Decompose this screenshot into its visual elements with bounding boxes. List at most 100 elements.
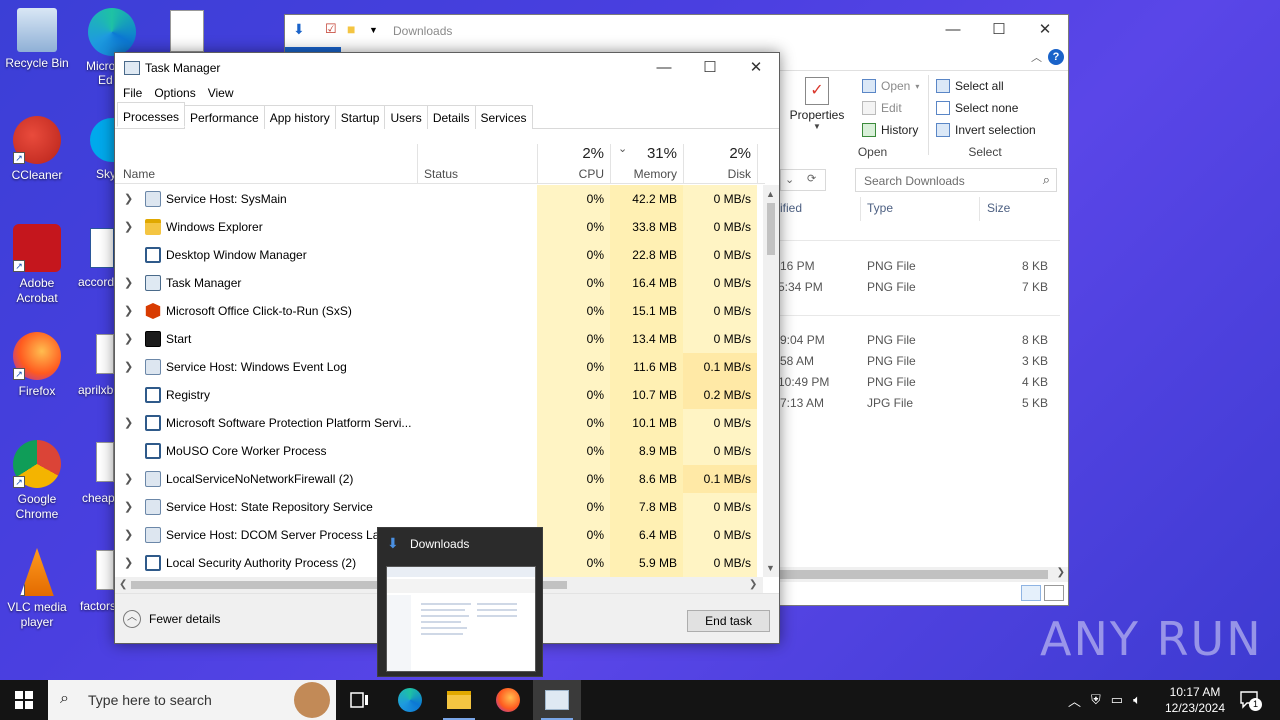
word-desktop-icon[interactable] bbox=[90, 228, 114, 268]
tab-details[interactable]: Details bbox=[426, 105, 476, 129]
process-row[interactable]: MoUSO Core Worker Process 0% 8.9 MB 0 MB/s bbox=[115, 437, 763, 465]
expand-chevron-icon[interactable]: ❯ bbox=[124, 192, 133, 205]
expand-chevron-icon[interactable]: ❯ bbox=[124, 360, 133, 373]
process-row[interactable]: Desktop Window Manager 0% 22.8 MB 0 MB/s bbox=[115, 241, 763, 269]
process-row[interactable]: ❯ LocalServiceNoNetworkFirewall (2) 0% 8.6 … bbox=[115, 465, 763, 493]
properties-quick-icon[interactable]: ☑ bbox=[325, 21, 337, 37]
image-file-desktop-icon[interactable] bbox=[96, 334, 114, 374]
taskbar-search-box[interactable]: ⌕ Type here to search bbox=[48, 680, 336, 720]
expand-chevron-icon[interactable]: ❯ bbox=[124, 556, 133, 569]
column-header-status[interactable]: Status bbox=[424, 167, 458, 181]
open-button[interactable]: Open ▾ bbox=[862, 79, 919, 93]
search-downloads-input[interactable]: Search Downloads ⌕ bbox=[855, 168, 1057, 192]
address-bar[interactable]: ⌄ ⟳ bbox=[780, 169, 826, 191]
notification-center-button[interactable]: 1 bbox=[1238, 688, 1262, 711]
process-row[interactable]: ❯ Task Manager 0% 16.4 MB 0 MB/s bbox=[115, 269, 763, 297]
column-header-disk[interactable]: Disk bbox=[728, 167, 751, 181]
tab-users[interactable]: Users bbox=[384, 105, 428, 129]
column-header-name[interactable]: Name bbox=[123, 167, 155, 181]
expand-chevron-icon[interactable]: ❯ bbox=[124, 276, 133, 289]
select-none-button[interactable]: Select none bbox=[936, 101, 1018, 115]
desktop-icon-firefox[interactable]: ↗ Firefox bbox=[0, 332, 75, 399]
file-row[interactable]: 10:49 PM PNG File 4 KB bbox=[778, 372, 1060, 393]
desktop-icon-recycle-bin[interactable]: Recycle Bin bbox=[0, 8, 75, 71]
taskbar-firefox[interactable] bbox=[484, 680, 532, 720]
desktop-icon-ccleaner[interactable]: ↗ CCleaner bbox=[0, 116, 75, 183]
properties-button[interactable]: ✓ Properties ▼ bbox=[788, 77, 846, 131]
large-icons-view-button[interactable] bbox=[1044, 585, 1064, 601]
close-button[interactable]: ✕ bbox=[1022, 15, 1068, 45]
desktop-icon-adobe-acrobat[interactable]: ↗ Adobe Acrobat bbox=[0, 224, 75, 306]
expand-chevron-icon[interactable]: ❯ bbox=[124, 220, 133, 233]
file-row[interactable]: 16 PM PNG File 8 KB bbox=[780, 256, 1060, 277]
process-row[interactable]: ❯ Microsoft Office Click-to-Run (SxS) 0% 15… bbox=[115, 297, 763, 325]
menu-options[interactable]: Options bbox=[148, 83, 201, 103]
edge-desktop-icon[interactable] bbox=[88, 8, 136, 56]
file-row[interactable]: 7:13 AM JPG File 5 KB bbox=[780, 393, 1060, 414]
column-header-modified[interactable]: ified bbox=[780, 201, 802, 215]
task-view-button[interactable] bbox=[336, 680, 384, 720]
process-row[interactable]: ❯ Start 0% 13.4 MB 0 MB/s bbox=[115, 325, 763, 353]
chevron-down-icon[interactable]: ⌄ bbox=[785, 173, 794, 186]
tab-services[interactable]: Services bbox=[474, 105, 533, 129]
vertical-scrollbar[interactable]: ▲ ▼ bbox=[763, 185, 779, 577]
image-file-desktop-icon[interactable] bbox=[96, 442, 114, 482]
process-row[interactable]: ❯ Service Host: State Repository Service 0… bbox=[115, 493, 763, 521]
tab-startup[interactable]: Startup bbox=[334, 105, 386, 129]
scroll-left-icon[interactable]: ❮ bbox=[119, 579, 127, 590]
explorer-titlebar[interactable]: ⬇ ☑ ■ ▼ Downloads — ☐ ✕ bbox=[285, 15, 1068, 47]
select-all-button[interactable]: Select all bbox=[936, 79, 1004, 93]
process-row[interactable]: ❯ Windows Explorer 0% 33.8 MB 0 MB/s bbox=[115, 213, 763, 241]
image-file-desktop-icon[interactable] bbox=[96, 550, 114, 590]
skype-desktop-icon[interactable] bbox=[90, 118, 114, 162]
process-row[interactable]: ❯ Microsoft Software Protection Platform … bbox=[115, 409, 763, 437]
minimize-button[interactable]: — bbox=[930, 15, 976, 45]
task-manager-titlebar[interactable]: Task Manager — ☐ ✕ bbox=[115, 53, 779, 83]
folder-quick-icon[interactable]: ■ bbox=[347, 21, 355, 37]
expand-chevron-icon[interactable]: ❯ bbox=[124, 332, 133, 345]
process-row[interactable]: Registry 0% 10.7 MB 0.2 MB/s bbox=[115, 381, 763, 409]
scroll-up-icon[interactable]: ▲ bbox=[766, 189, 775, 199]
process-row[interactable]: ❯ Service Host: SysMain 0% 42.2 MB 0 MB/s bbox=[115, 185, 763, 213]
chevron-down-icon[interactable]: ▼ bbox=[369, 25, 378, 35]
taskbar-task-manager[interactable] bbox=[533, 680, 581, 720]
chevron-up-icon[interactable]: ︿ bbox=[1068, 691, 1081, 710]
taskbar-edge[interactable] bbox=[386, 680, 434, 720]
scroll-down-icon[interactable]: ▼ bbox=[766, 563, 775, 573]
minimize-button[interactable]: — bbox=[641, 53, 687, 83]
details-view-button[interactable] bbox=[1021, 585, 1041, 601]
maximize-button[interactable]: ☐ bbox=[687, 53, 733, 83]
column-header-size[interactable]: Size bbox=[987, 201, 1010, 215]
start-button[interactable] bbox=[0, 680, 48, 720]
desktop-icon-vlc[interactable]: ↗ VLC media player bbox=[0, 548, 75, 630]
desktop-icon-google-chrome[interactable]: ↗ Google Chrome bbox=[0, 440, 75, 522]
scrollbar-thumb[interactable] bbox=[767, 203, 775, 255]
tab-processes[interactable]: Processes bbox=[117, 102, 186, 127]
taskbar-file-explorer[interactable] bbox=[435, 680, 483, 720]
column-header-cpu[interactable]: CPU bbox=[579, 167, 604, 181]
scroll-right-icon[interactable]: ❯ bbox=[1057, 567, 1065, 578]
expand-chevron-icon[interactable]: ❯ bbox=[124, 304, 133, 317]
file-row[interactable]: 5:34 PM PNG File 7 KB bbox=[778, 277, 1060, 298]
column-header-type[interactable]: Type bbox=[867, 201, 893, 215]
file-row[interactable]: 58 AM PNG File 3 KB bbox=[780, 351, 1060, 372]
tab-performance[interactable]: Performance bbox=[184, 105, 265, 129]
volume-icon[interactable]: 🔈︎ bbox=[1133, 692, 1141, 708]
scrollbar-thumb[interactable] bbox=[780, 570, 1048, 579]
taskbar-thumbnail-preview[interactable]: ⬇ Downloads bbox=[377, 527, 543, 677]
close-button[interactable]: ✕ bbox=[733, 53, 779, 83]
network-icon[interactable]: ▭ bbox=[1111, 692, 1123, 708]
invert-selection-button[interactable]: Invert selection bbox=[936, 123, 1036, 137]
end-task-button[interactable]: End task bbox=[687, 610, 770, 632]
column-header-memory[interactable]: Memory bbox=[634, 167, 677, 181]
expand-chevron-icon[interactable]: ❯ bbox=[124, 472, 133, 485]
tab-app-history[interactable]: App history bbox=[263, 105, 336, 129]
image-file-desktop-icon[interactable] bbox=[170, 10, 204, 52]
collapse-ribbon-icon[interactable]: ︿ bbox=[1031, 49, 1042, 65]
security-icon[interactable]: ⛨ bbox=[1091, 692, 1101, 708]
search-highlight-image[interactable] bbox=[294, 682, 330, 718]
fewer-details-button[interactable]: ︿ Fewer details bbox=[123, 610, 220, 628]
refresh-icon[interactable]: ⟳ bbox=[807, 172, 816, 185]
menu-view[interactable]: View bbox=[202, 83, 240, 103]
file-row[interactable]: 9:04 PM PNG File 8 KB bbox=[780, 330, 1060, 351]
